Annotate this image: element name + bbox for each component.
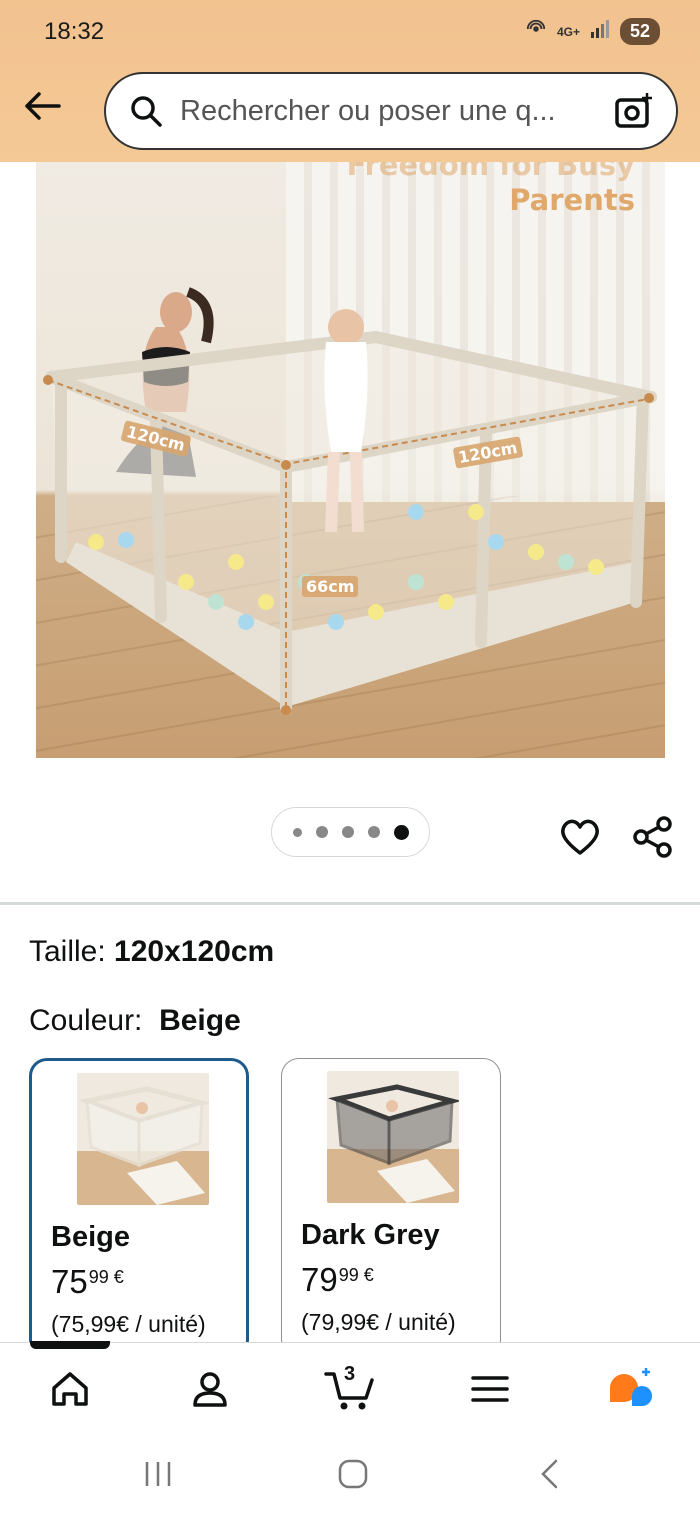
variant-price: 7599 € (51, 1263, 124, 1300)
battery-indicator: 52 (619, 18, 660, 45)
system-home-button[interactable] (323, 1452, 383, 1496)
variant-price: 7999 € (301, 1261, 374, 1298)
size-label: Taille: (29, 935, 106, 968)
back-button[interactable] (18, 82, 66, 130)
system-home-icon (338, 1459, 368, 1489)
playpen-illustration (43, 309, 657, 715)
carousel-dot[interactable] (367, 826, 380, 838)
status-time: 18:32 (44, 18, 105, 45)
search-icon (126, 91, 166, 131)
nav-cart[interactable]: 3 (320, 1361, 380, 1417)
wishlist-heart-icon[interactable] (557, 814, 603, 860)
nav-account[interactable] (180, 1361, 240, 1417)
back-arrow-icon (25, 92, 61, 120)
color-value: Beige (159, 1004, 241, 1037)
section-divider (0, 902, 700, 905)
search-input[interactable]: Rechercher ou poser une q... (180, 95, 612, 128)
nav-rufus-assistant[interactable] (600, 1361, 660, 1417)
variant-name: Dark Grey (301, 1219, 440, 1251)
app-screen: 18:32 4G+ 52 Rechercher ou poser une q..… (0, 0, 700, 1517)
rufus-icon (610, 1368, 652, 1406)
nav-active-indicator (30, 1341, 110, 1349)
cart-count-badge: 3 (344, 1363, 356, 1385)
recent-apps-icon (145, 1462, 171, 1486)
size-selector: Taille: 120x120cm (29, 935, 274, 969)
color-selector: Couleur: Beige (29, 1004, 241, 1038)
variant-unit-price: (79,99€ / unité) (301, 1309, 456, 1335)
carousel-dot[interactable] (341, 826, 354, 838)
nav-home[interactable] (40, 1361, 100, 1417)
network-type: 4G+ (556, 24, 580, 39)
system-back-icon (541, 1459, 558, 1489)
nav-menu[interactable] (460, 1361, 520, 1417)
variant-unit-price: (75,99€ / unité) (51, 1311, 206, 1337)
system-back-button[interactable] (519, 1452, 579, 1496)
signal-icon (590, 20, 610, 43)
hotspot-icon (525, 18, 547, 45)
carousel-dot-active[interactable] (393, 824, 409, 840)
dimension-label-height: 66cm (302, 576, 359, 597)
menu-icon (471, 1376, 509, 1402)
variant-thumbnail (327, 1071, 459, 1203)
system-navigation-bar (0, 1432, 700, 1517)
variant-name: Beige (51, 1221, 130, 1253)
carousel-dot[interactable] (315, 826, 328, 838)
app-header: 18:32 4G+ 52 Rechercher ou poser une q..… (0, 0, 700, 162)
home-icon (52, 1372, 88, 1406)
search-bar[interactable]: Rechercher ou poser une q... (104, 72, 678, 150)
variant-option-beige[interactable]: Beige 7599 € (75,99€ / unité) (29, 1058, 249, 1358)
recent-apps-button[interactable] (128, 1452, 188, 1496)
color-label: Couleur: (29, 1004, 143, 1037)
camera-search-icon[interactable] (612, 89, 656, 133)
variant-thumbnail (77, 1073, 209, 1205)
account-icon (193, 1372, 227, 1407)
bottom-navigation: 3 (0, 1341, 700, 1432)
variant-option-dark-grey[interactable]: Dark Grey 7999 € (79,99€ / unité) (281, 1058, 501, 1358)
product-image[interactable]: Freedom for Busy Parents 120cm 120cm 66c… (36, 162, 665, 758)
carousel-dot[interactable] (292, 827, 302, 837)
share-icon[interactable] (630, 814, 676, 860)
image-carousel-indicator[interactable] (271, 807, 430, 857)
status-icons: 4G+ 52 (525, 18, 660, 45)
size-value: 120x120cm (114, 935, 275, 968)
